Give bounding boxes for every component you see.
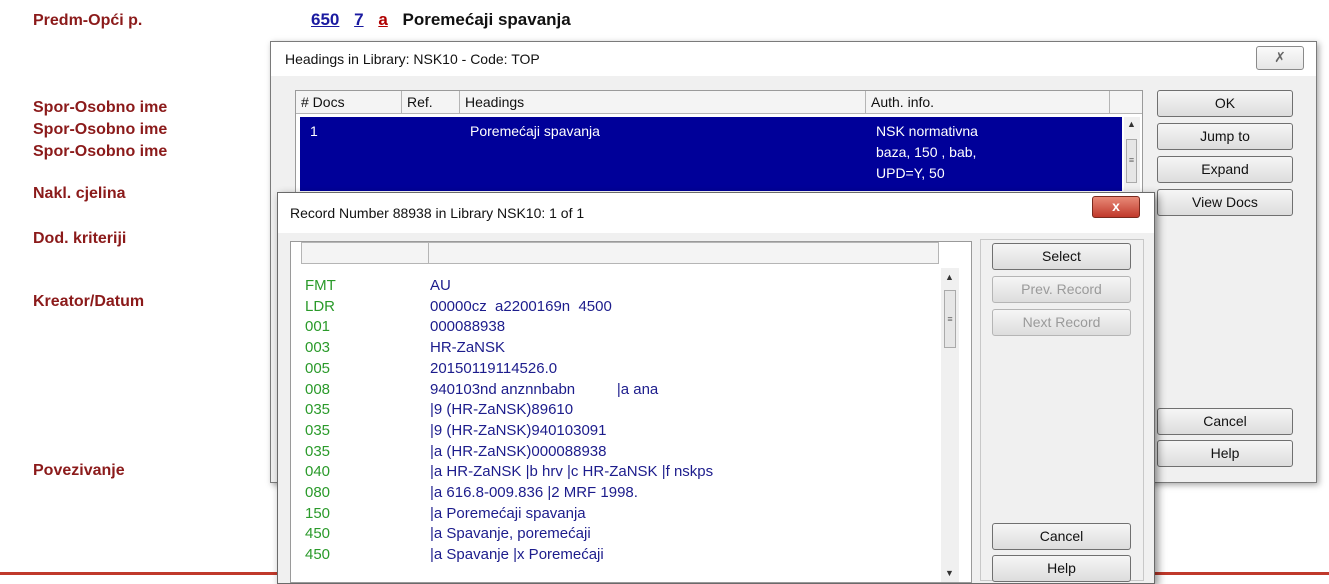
field-tag: FMT — [305, 277, 336, 294]
label-spor-osobno-ime-3: Spor-Osobno ime — [33, 143, 168, 160]
next-record-button[interactable]: Next Record — [992, 309, 1131, 336]
prev-record-button[interactable]: Prev. Record — [992, 276, 1131, 303]
field-value: |a Poremećaji spavanja — [430, 504, 586, 522]
row-heading: Poremećaji spavanja — [470, 123, 600, 139]
field-tag-link[interactable]: 650 — [311, 10, 339, 29]
close-icon[interactable]: x — [1092, 196, 1140, 218]
field-value: |a 616.8-009.836 |2 MRF 1998. — [430, 484, 638, 501]
ok-button[interactable]: OK — [1157, 90, 1293, 117]
label-predm-opci: Predm-Opći p. — [33, 12, 143, 29]
field-value: HR-ZaNSK — [430, 339, 506, 357]
scroll-thumb[interactable]: ≡ — [1126, 139, 1137, 183]
expand-button[interactable]: Expand — [1157, 156, 1293, 183]
field-value: |a (HR-ZaNSK)000088938 — [430, 442, 607, 460]
field-value: |a HR-ZaNSK |b hrv |c HR-ZaNSK |f nskps — [430, 463, 714, 481]
field-tag: 003 — [305, 339, 331, 357]
field-tag: LDR — [305, 297, 336, 315]
label-spor-osobno-ime-2: Spor-Osobno ime — [33, 121, 168, 138]
bottom-divider — [0, 572, 280, 575]
label-spor-osobno-ime-1: Spor-Osobno ime — [33, 99, 168, 116]
record-dialog-title: Record Number 88938 in Library NSK10: 1 … — [278, 193, 1154, 233]
record-scrollbar[interactable]: ▲ ≡ ▼ — [941, 268, 959, 582]
field-tag: 008 — [305, 380, 331, 398]
field-value: AU — [430, 277, 451, 294]
field-value: |9 (HR-ZaNSK)89610 — [430, 401, 574, 419]
view-docs-button[interactable]: View Docs — [1157, 189, 1293, 216]
row-auth-line: NSK normativna — [876, 123, 978, 139]
record-cancel-button[interactable]: Cancel — [992, 523, 1131, 550]
field-650-line: 650 7 a Poremećaji spavanja — [311, 10, 571, 30]
table-row[interactable]: 1 Poremećaji spavanja NSK normativna baz… — [300, 117, 1122, 191]
subfield-code[interactable]: a — [378, 10, 387, 29]
field-tag: 150 — [305, 504, 331, 522]
headings-scrollbar[interactable]: ▲ ≡ — [1124, 117, 1140, 191]
field-value: 940103nd anznnbabn |a ana — [430, 380, 659, 398]
field-value: 20150119114526.0 — [430, 359, 558, 377]
field-indicator-link[interactable]: 7 — [354, 10, 363, 29]
column-auth-info[interactable]: Auth. info. — [866, 91, 1110, 113]
row-auth-line: baza, 150 , bab, — [876, 144, 977, 160]
headings-dialog-title: Headings in Library: NSK10 - Code: TOP — [271, 42, 1316, 76]
field-tag: 005 — [305, 359, 331, 377]
row-auth-line: UPD=Y, 50 — [876, 165, 945, 181]
field-tag: 450 — [305, 525, 331, 543]
scroll-thumb[interactable]: ≡ — [944, 290, 956, 348]
scroll-up-icon[interactable]: ▲ — [1127, 119, 1136, 129]
label-kreator-datum: Kreator/Datum — [33, 293, 145, 310]
field-tag: 001 — [305, 318, 331, 336]
record-dialog: Record Number 88938 in Library NSK10: 1 … — [277, 192, 1155, 584]
record-list-header — [301, 242, 939, 264]
column-headings[interactable]: Headings — [460, 91, 866, 113]
field-tag: 450 — [305, 546, 331, 564]
record-help-button[interactable]: Help — [992, 555, 1131, 582]
label-nakl-cjelina: Nakl. cjelina — [33, 185, 126, 202]
jump-to-button[interactable]: Jump to — [1157, 123, 1293, 150]
field-value: Poremećaji spavanja — [402, 10, 571, 29]
field-value: 000088938 — [430, 318, 506, 336]
row-docs: 1 — [310, 123, 318, 139]
bottom-divider-right — [1152, 572, 1329, 575]
field-value: |a Spavanje |x Poremećaji — [430, 546, 604, 564]
field-tag: 035 — [305, 442, 331, 460]
scroll-up-icon[interactable]: ▲ — [945, 272, 954, 282]
field-tag: 035 — [305, 421, 331, 439]
field-tag: 035 — [305, 401, 331, 419]
field-tag: 040 — [305, 463, 331, 481]
headings-table-header: # Docs Ref. Headings Auth. info. — [296, 91, 1142, 114]
scroll-down-icon[interactable]: ▼ — [945, 568, 954, 578]
column-ref[interactable]: Ref. — [402, 91, 460, 113]
select-button[interactable]: Select — [992, 243, 1131, 270]
field-value: |a Spavanje, poremećaji — [430, 525, 591, 543]
field-value: |9 (HR-ZaNSK)940103091 — [430, 421, 607, 439]
close-icon[interactable]: ✗ — [1256, 46, 1304, 70]
label-dod-kriteriji: Dod. kriteriji — [33, 230, 127, 247]
field-value: 00000cz a2200169n 4500 — [430, 297, 612, 315]
header-divider — [428, 243, 429, 263]
record-fields-list: FMT AU LDR 00000cz a2200169n 4500 001 0000889… — [290, 241, 972, 583]
label-povezivanje: Povezivanje — [33, 462, 125, 479]
column-docs[interactable]: # Docs — [296, 91, 402, 113]
cancel-button[interactable]: Cancel — [1157, 408, 1293, 435]
help-button[interactable]: Help — [1157, 440, 1293, 467]
field-tag: 080 — [305, 484, 331, 501]
